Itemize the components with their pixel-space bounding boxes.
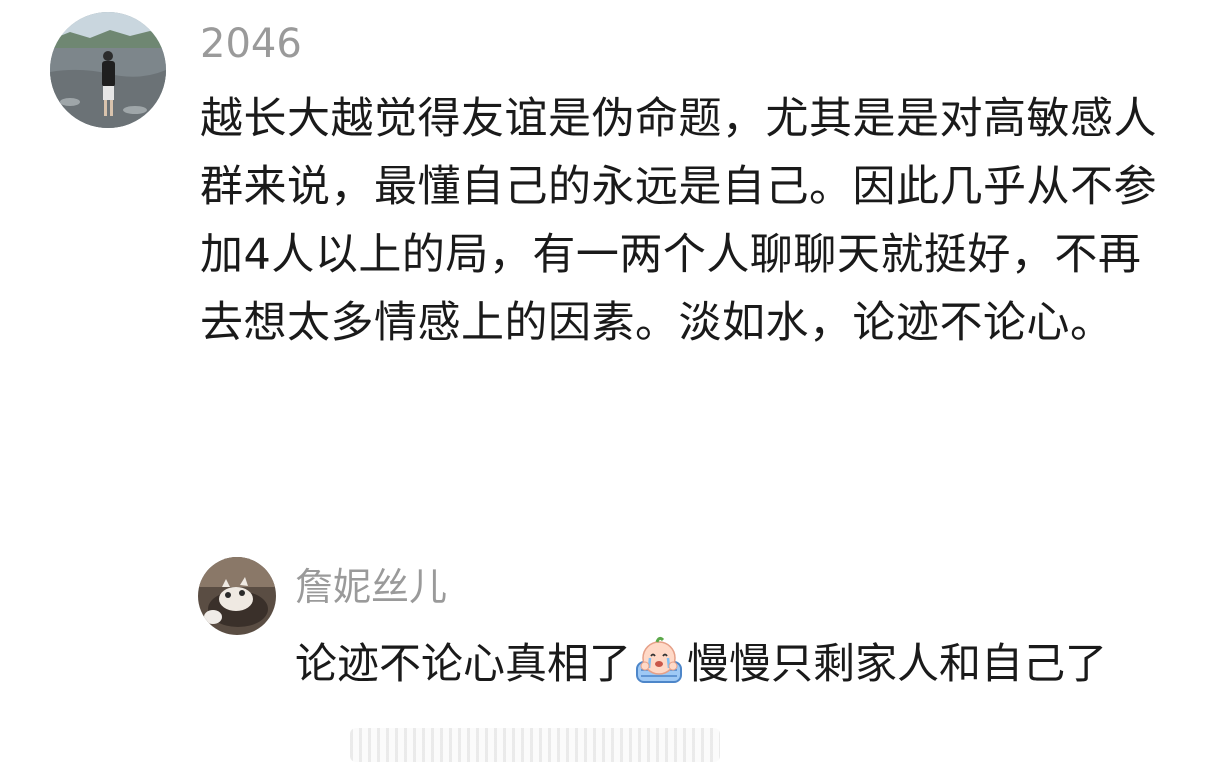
username[interactable]: 2046 <box>200 20 302 68</box>
avatar-photo-icon <box>198 557 276 635</box>
user-avatar[interactable] <box>198 557 276 635</box>
username[interactable]: 詹妮丝儿 <box>295 563 447 611</box>
crying-face-emoji-icon <box>633 634 685 686</box>
reply-text-part: 慢慢只剩家人和自己了 <box>687 639 1108 688</box>
reply-text-part: 论迹不论心真相了 <box>295 639 632 688</box>
truncated-blurred-text <box>350 728 720 762</box>
comment-item: 2046 越长大越觉得友谊是伪命题，尤其是是对高敏感人群来说，最懂自己的永远是自… <box>0 0 1220 540</box>
user-avatar[interactable] <box>50 12 166 128</box>
reply-text: 论迹不论心真相了 慢慢只剩家人和自己了 <box>295 634 1195 694</box>
comment-text: 越长大越觉得友谊是伪命题，尤其是是对高敏感人群来说，最懂自己的永远是自己。因此几… <box>200 94 1157 348</box>
avatar-photo-icon <box>50 12 166 128</box>
